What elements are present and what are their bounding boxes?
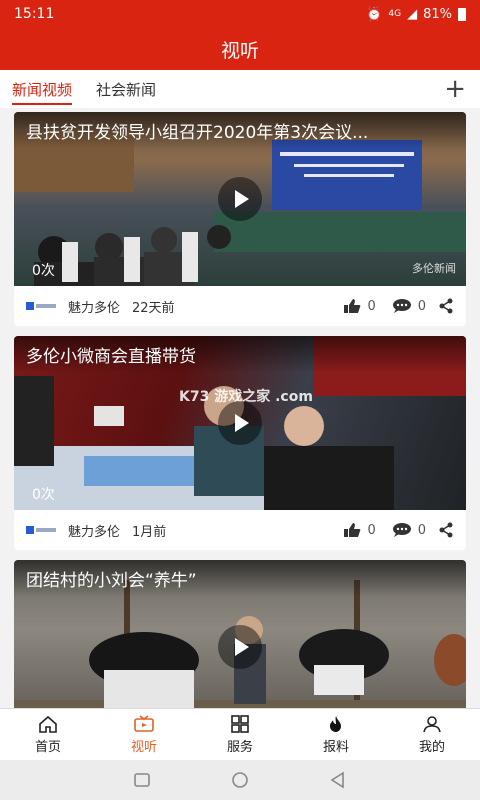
tab-label: 社会新闻 <box>96 80 157 99</box>
tab-home[interactable]: 首页 <box>0 709 96 760</box>
video-card[interactable]: 县扶贫开发领导小组召开2020年第3次会议... 0次 多伦新闻 魅力多伦 22… <box>14 112 466 326</box>
battery-text: 81% <box>423 6 452 22</box>
publish-time: 22天前 <box>132 300 175 316</box>
video-thumbnail[interactable]: 团结村的小刘会“养牛” <box>14 560 466 708</box>
source-logo-icon <box>26 299 56 313</box>
category-tabs: 新闻视频 社会新闻 + <box>0 70 480 108</box>
tab-services[interactable]: 服务 <box>192 709 288 760</box>
video-card[interactable]: 团结村的小刘会“养牛” <box>14 560 466 708</box>
tv-icon <box>134 714 154 732</box>
tab-report[interactable]: 报料 <box>288 709 384 760</box>
video-feed[interactable]: 县扶贫开发领导小组召开2020年第3次会议... 0次 多伦新闻 魅力多伦 22… <box>0 108 480 708</box>
battery-icon <box>458 7 466 21</box>
page-title: 视听 <box>220 39 259 62</box>
tab-audio-video-label: 视听 <box>130 739 157 755</box>
share-icon[interactable] <box>438 522 454 538</box>
comment-icon[interactable] <box>392 522 412 538</box>
tab-audio-video[interactable]: 视听 <box>96 709 192 760</box>
tab-news-video[interactable]: 新闻视频 <box>12 70 73 108</box>
source-name: 魅力多伦 <box>68 300 121 316</box>
bottom-tab-bar: 首页 视听 服务 报料 我的 <box>0 708 480 760</box>
video-meta: 魅力多伦 22天前 0 0 <box>14 286 466 326</box>
video-card[interactable]: 多伦小微商会直播带货 K73 游戏之家 .com 0次 魅力多伦 1月前 0 0 <box>14 336 466 550</box>
like-icon[interactable] <box>343 298 361 314</box>
comment-count: 0 <box>417 522 426 538</box>
tab-report-label: 报料 <box>322 739 349 755</box>
add-channel-button[interactable]: + <box>444 74 466 104</box>
signal-icon: ◢ <box>407 6 418 22</box>
like-icon[interactable] <box>343 522 361 538</box>
status-indicators: ⏰ 4G ◢ 81% <box>366 7 466 22</box>
grid-icon <box>231 714 249 733</box>
video-title: 团结村的小刘会“养牛” <box>14 560 466 597</box>
view-count: 0次 <box>32 263 55 279</box>
share-icon[interactable] <box>438 298 454 314</box>
alarm-icon: ⏰ <box>366 6 383 22</box>
video-meta: 魅力多伦 1月前 0 0 <box>14 510 466 550</box>
video-title: 县扶贫开发领导小组召开2020年第3次会议... <box>14 112 466 149</box>
page-header: 视听 <box>0 28 480 70</box>
home-icon <box>39 715 57 733</box>
back-icon[interactable] <box>328 771 348 789</box>
play-icon[interactable] <box>218 625 262 669</box>
tab-mine[interactable]: 我的 <box>384 709 480 760</box>
home-button-icon[interactable] <box>230 770 250 790</box>
tab-home-label: 首页 <box>34 739 61 755</box>
like-count: 0 <box>367 522 376 538</box>
tab-label: 新闻视频 <box>12 80 73 99</box>
publish-time: 1月前 <box>132 524 167 540</box>
comment-icon[interactable] <box>392 298 412 314</box>
status-bar: 15:11 ⏰ 4G ◢ 81% <box>0 0 480 28</box>
video-title: 多伦小微商会直播带货 <box>14 336 466 373</box>
tab-services-label: 服务 <box>226 739 253 755</box>
status-time: 15:11 <box>14 6 55 22</box>
comment-count: 0 <box>417 298 426 314</box>
play-icon[interactable] <box>218 177 262 221</box>
source-name: 魅力多伦 <box>68 524 121 540</box>
play-icon[interactable] <box>218 401 262 445</box>
video-thumbnail[interactable]: 多伦小微商会直播带货 K73 游戏之家 .com 0次 <box>14 336 466 510</box>
tab-social-news[interactable]: 社会新闻 <box>96 70 156 108</box>
network-label: 4G <box>388 9 402 19</box>
user-icon <box>423 715 441 732</box>
view-count: 0次 <box>32 487 55 503</box>
like-count: 0 <box>367 298 376 314</box>
system-nav-bar <box>0 760 480 800</box>
source-logo-icon <box>26 523 56 537</box>
video-thumbnail[interactable]: 县扶贫开发领导小组召开2020年第3次会议... 0次 多伦新闻 <box>14 112 466 286</box>
watermark: 多伦新闻 <box>412 262 456 275</box>
recents-icon[interactable] <box>132 772 152 788</box>
tab-mine-label: 我的 <box>418 739 445 755</box>
flame-icon <box>330 715 341 732</box>
